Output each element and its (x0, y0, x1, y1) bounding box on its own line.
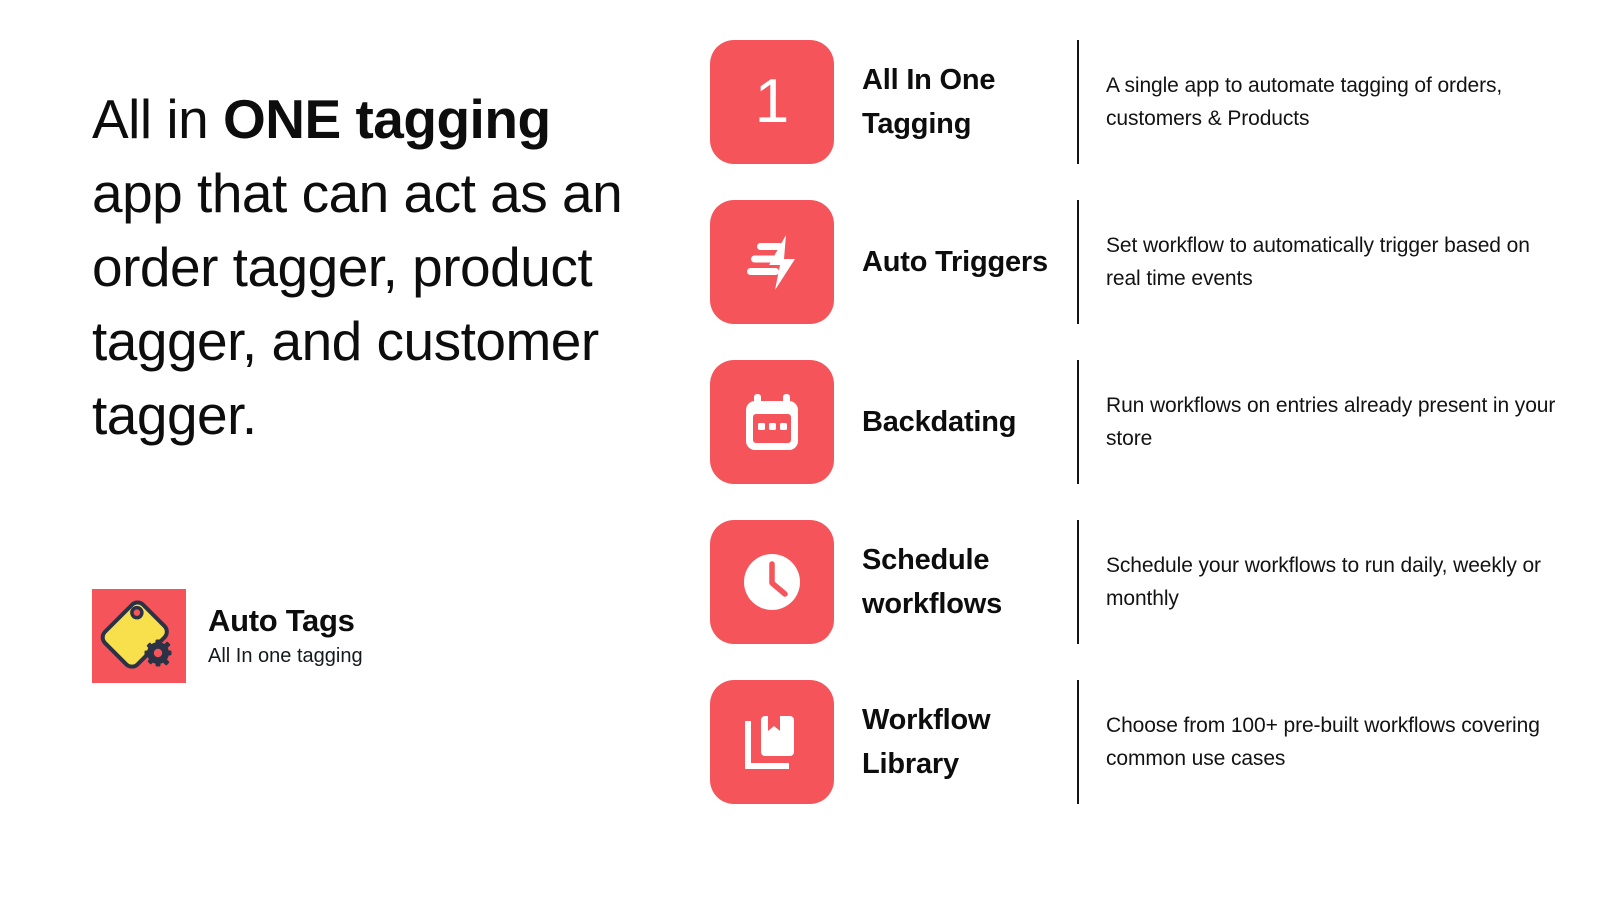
feature-divider (1077, 200, 1079, 324)
feature-description: Run workflows on entries already present… (1106, 394, 1556, 450)
brand-lockup: Auto Tags All In one tagging (92, 589, 363, 683)
feature-row-schedule-workflows: Schedule workflows Schedule your workflo… (710, 520, 1570, 644)
feature-title: Backdating (862, 406, 1017, 438)
book-library-icon (710, 680, 834, 804)
tile-number-label: 1 (754, 67, 790, 136)
feature-list: 1 All In One Tagging A single app to aut… (710, 40, 1570, 804)
feature-divider (1077, 360, 1079, 484)
feature-description: Choose from 100+ pre-built workflows cov… (1106, 714, 1540, 770)
page-title: All in ONE tagging app that can act as a… (92, 82, 652, 452)
feature-title: Workflow Library (862, 704, 991, 780)
number-one-icon: 1 (710, 40, 834, 164)
brand-tagline: All In one tagging (208, 645, 363, 667)
lightning-bolt-icon (710, 200, 834, 324)
feature-description: Schedule your workflows to run daily, we… (1106, 554, 1541, 610)
brand-text-block: Auto Tags All In one tagging (208, 602, 363, 670)
hero-text-block: All in ONE tagging app that can act as a… (92, 82, 652, 452)
promo-page: All in ONE tagging app that can act as a… (0, 0, 1600, 900)
feature-description: A single app to automate tagging of orde… (1106, 74, 1503, 130)
feature-divider (1077, 680, 1079, 804)
calendar-icon (710, 360, 834, 484)
feature-title: Schedule workflows (862, 544, 1002, 620)
feature-row-workflow-library: Workflow Library Choose from 100+ pre-bu… (710, 680, 1570, 804)
feature-row-all-in-one-tagging: 1 All In One Tagging A single app to aut… (710, 40, 1570, 164)
price-tag-gear-icon (92, 589, 186, 683)
headline-part-one: All in (92, 88, 223, 150)
feature-divider (1077, 520, 1079, 644)
headline-emphasis: ONE tagging (223, 88, 551, 150)
headline-part-two: app that can act as an order tagger, pro… (92, 162, 623, 446)
feature-row-auto-triggers: Auto Triggers Set workflow to automatica… (710, 200, 1570, 324)
clock-icon (710, 520, 834, 644)
feature-title: Auto Triggers (862, 246, 1048, 278)
feature-title: All In One Tagging (862, 64, 996, 140)
feature-description: Set workflow to automatically trigger ba… (1106, 234, 1530, 290)
brand-name: Auto Tags (208, 603, 355, 638)
feature-divider (1077, 40, 1079, 164)
feature-row-backdating: Backdating Run workflows on entries alre… (710, 360, 1570, 484)
